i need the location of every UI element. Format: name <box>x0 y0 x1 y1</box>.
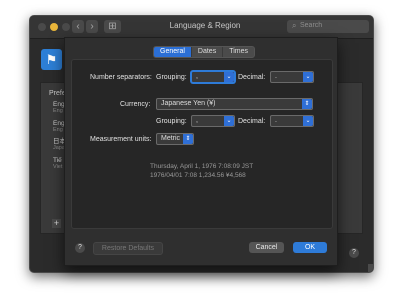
forward-button[interactable]: › <box>86 20 98 33</box>
decimal-value: . <box>275 73 277 80</box>
tab-general[interactable]: General <box>154 47 192 57</box>
language-label: Tiế <box>53 157 62 164</box>
date-preview-long: Thursday, April 1, 1976 7:08:09 JST <box>150 163 254 170</box>
tab-dates[interactable]: Dates <box>192 47 224 57</box>
list-item[interactable]: Eng Eng <box>53 120 65 134</box>
currency-grouping-label: Grouping: <box>156 118 187 125</box>
minimize-window-button[interactable] <box>50 23 58 31</box>
language-sublabel: Eng <box>53 108 63 114</box>
chevron-down-icon: ⌄ <box>224 116 234 126</box>
search-placeholder: Search <box>300 22 323 29</box>
chevron-updown-icon: ⇕ <box>302 99 312 109</box>
zoom-window-button[interactable] <box>62 23 70 31</box>
language-sublabel: Eng <box>53 127 63 133</box>
language-sublabel: Viet <box>53 164 63 170</box>
show-all-grid-icon[interactable]: ⊞ <box>104 20 121 33</box>
advanced-sheet: General Dates Times Number separators: G… <box>64 37 338 266</box>
grouping-combobox[interactable]: , ⌄ <box>191 71 235 83</box>
list-item[interactable]: Eng Eng <box>53 101 65 115</box>
window-title: Language & Region <box>169 21 241 30</box>
close-window-button[interactable] <box>38 23 46 31</box>
currency-label: Currency: <box>120 101 151 108</box>
chevron-down-icon: ⌄ <box>303 72 313 82</box>
advanced-button[interactable] <box>368 264 373 272</box>
restore-defaults-button[interactable]: Restore Defaults <box>93 242 163 255</box>
currency-decimal-label: Decimal: <box>238 118 266 125</box>
back-button[interactable]: ‹ <box>72 20 84 33</box>
search-icon: ⌕ <box>292 21 297 30</box>
chevron-down-icon: ⌄ <box>303 116 313 126</box>
general-tab-content: Number separators: Grouping: , ⌄ Decimal… <box>71 59 333 229</box>
currency-decimal-combobox[interactable]: . ⌄ <box>270 115 314 127</box>
grouping-value: , <box>196 73 198 80</box>
measurement-units-value: Metric <box>161 135 181 142</box>
add-language-button[interactable]: + <box>52 219 61 228</box>
ok-button[interactable]: OK <box>293 242 327 253</box>
chevron-down-icon: ⌄ <box>224 72 234 82</box>
currency-decimal-value: . <box>275 117 277 124</box>
currency-grouping-value: , <box>196 117 198 124</box>
measurement-units-label: Measurement units: <box>90 136 152 143</box>
format-preview-short: 1976/04/01 7:08 1,234.56 ¥4,568 <box>150 172 246 179</box>
chevron-updown-icon: ⇕ <box>183 134 193 144</box>
region-settings-panel <box>334 82 363 234</box>
language-region-flag-icon: ⚑ <box>41 49 62 70</box>
cancel-button[interactable]: Cancel <box>249 242 284 253</box>
currency-grouping-combobox[interactable]: , ⌄ <box>191 115 235 127</box>
decimal-label: Decimal: <box>238 74 266 81</box>
currency-popup[interactable]: Japanese Yen (¥) ⇕ <box>156 98 313 110</box>
decimal-combobox[interactable]: . ⌄ <box>270 71 314 83</box>
title-bar: ‹ › ⊞ Language & Region ⌕ Search <box>30 16 373 39</box>
search-input[interactable]: ⌕ Search <box>287 20 369 33</box>
help-button[interactable]: ? <box>75 243 85 253</box>
window-help-button[interactable]: ? <box>349 248 359 258</box>
language-label: Eng <box>53 120 65 127</box>
tab-times[interactable]: Times <box>223 47 254 57</box>
tab-bar: General Dates Times <box>153 46 255 58</box>
measurement-units-popup[interactable]: Metric ⇕ <box>156 133 194 145</box>
number-separators-label: Number separators: <box>90 74 152 81</box>
list-item[interactable]: Tiế Viet <box>53 157 62 171</box>
currency-value: Japanese Yen (¥) <box>161 100 216 107</box>
grouping-label: Grouping: <box>156 74 187 81</box>
language-label: Eng <box>53 101 65 108</box>
